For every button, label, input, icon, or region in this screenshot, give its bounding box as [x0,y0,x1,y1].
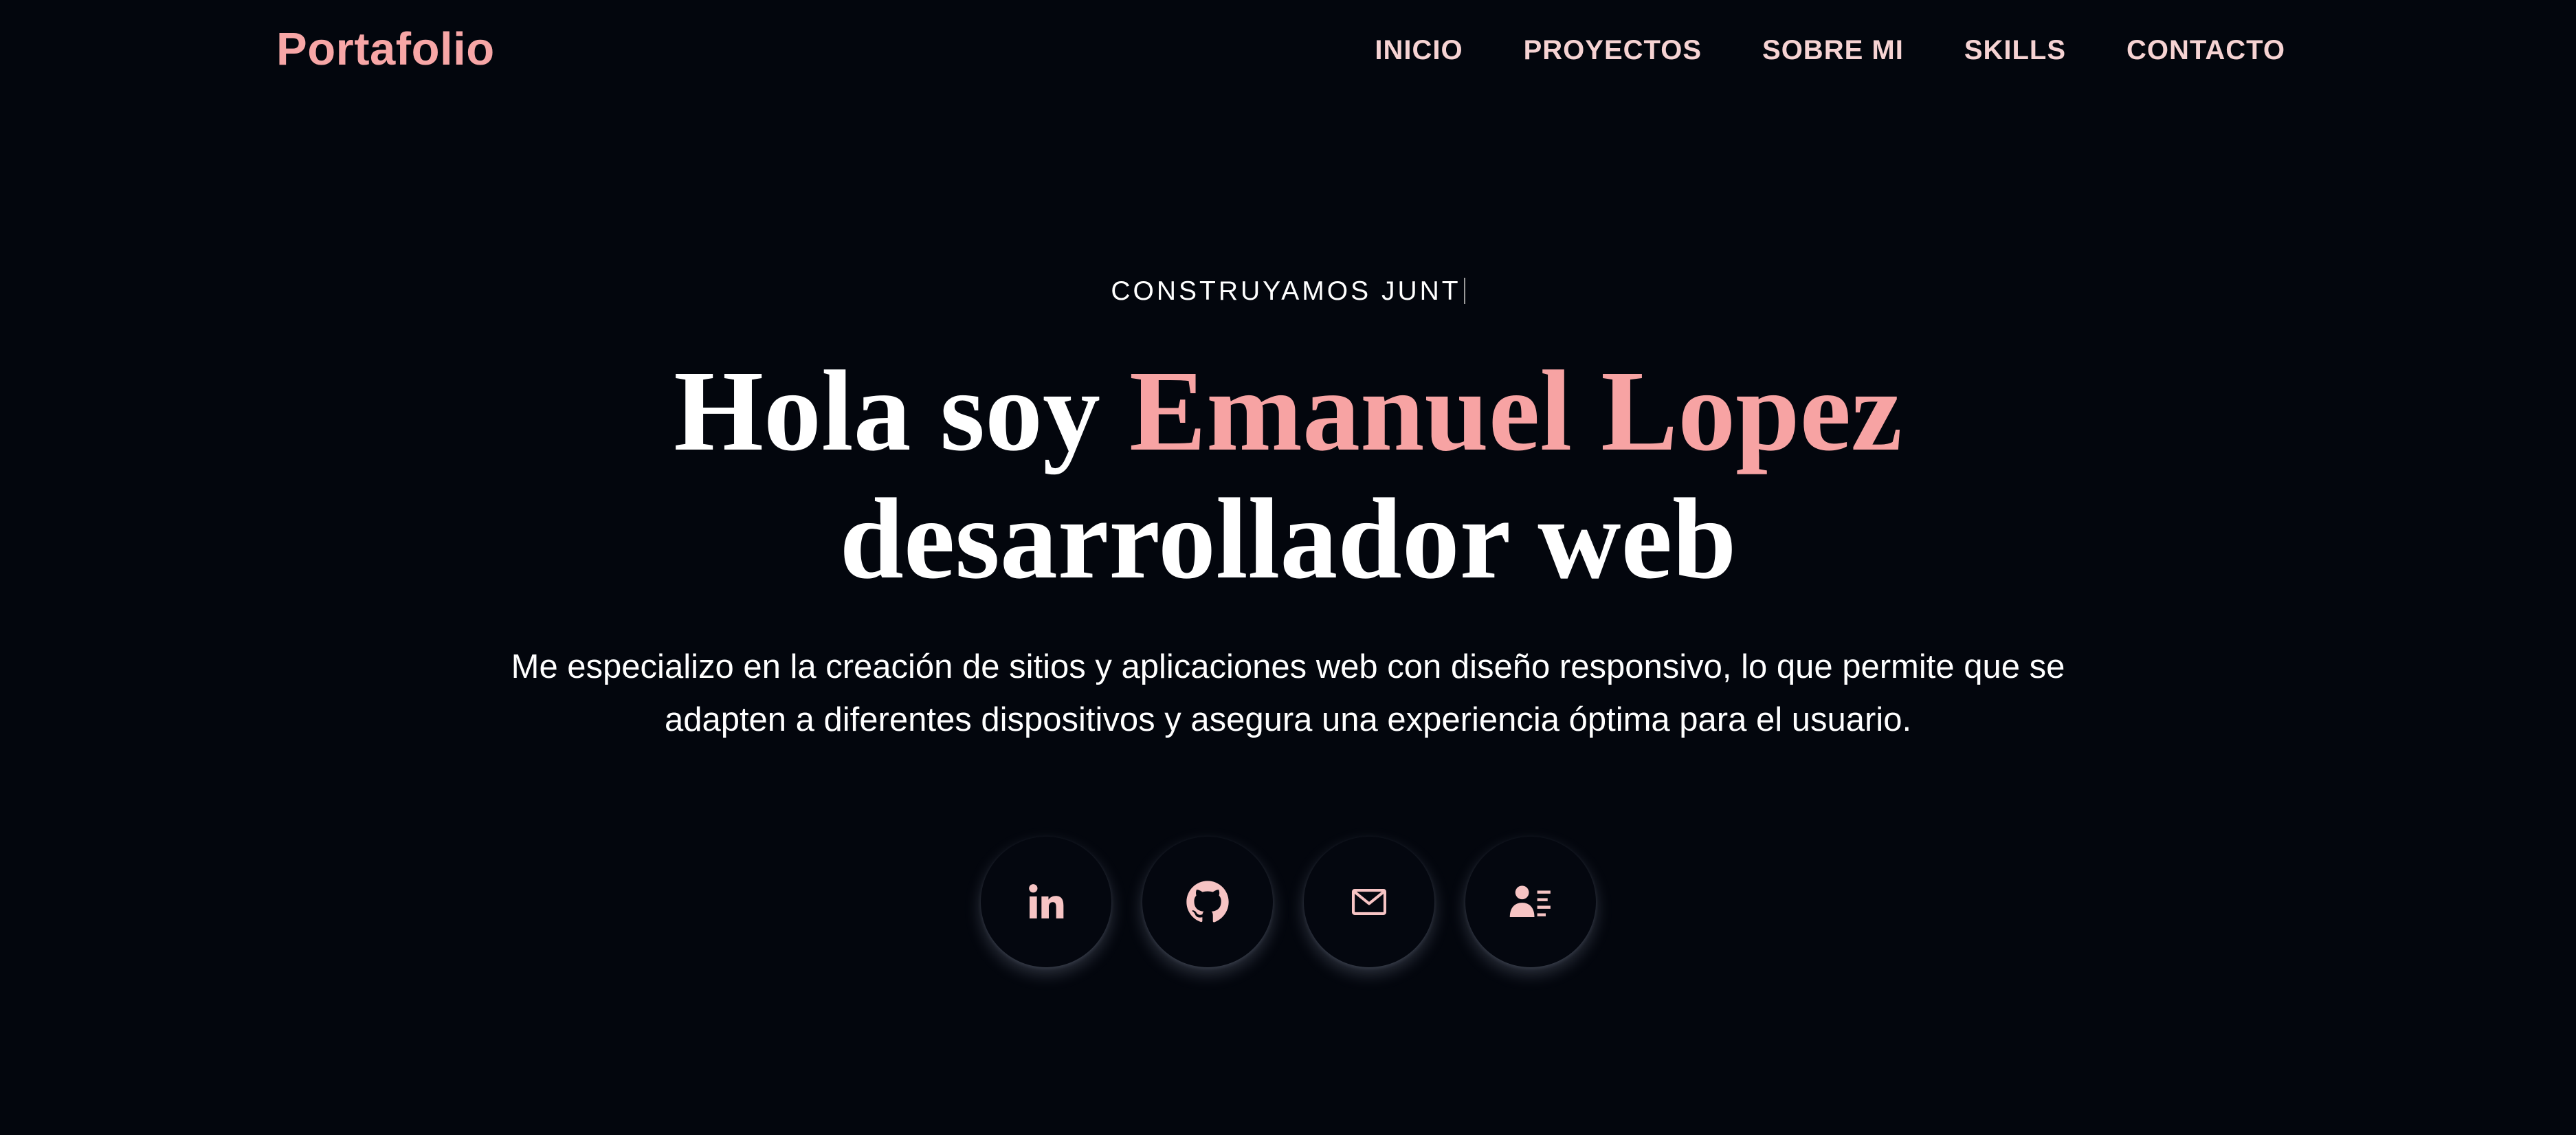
title-name: Emanuel Lopez [1129,347,1902,475]
main-nav: INICIO PROYECTOS SOBRE MI SKILLS CONTACT… [1375,33,2285,67]
social-links [0,837,2576,967]
nav-link-sobre-mi[interactable]: SOBRE MI [1762,33,1904,67]
mail-icon [1351,889,1386,915]
hero-description: Me especializo en la creación de sitios … [511,648,2065,738]
typing-cursor [1463,278,1465,304]
linkedin-icon [1028,884,1063,918]
typewriter-text: CONSTRUYAMOS JUNT [1111,276,1461,306]
hero-tagline: CONSTRUYAMOS JUNT [0,274,2576,309]
title-greeting: Hola soy [674,347,1129,475]
contact-card-icon [1509,885,1551,917]
title-role: desarrollador web [839,475,1737,603]
contact-card-button[interactable] [1465,837,1596,967]
nav-link-skills[interactable]: SKILLS [1964,33,2066,67]
hero-title: Hola soy Emanuel Lopez desarrollador web [0,347,2576,603]
email-button[interactable] [1303,837,1434,967]
nav-link-contacto[interactable]: CONTACTO [2127,33,2285,67]
site-header: Portafolio INICIO PROYECTOS SOBRE MI SKI… [0,0,2576,103]
nav-link-proyectos[interactable]: PROYECTOS [1524,33,1702,67]
github-icon [1186,881,1229,923]
github-button[interactable] [1142,837,1273,967]
nav-link-inicio[interactable]: INICIO [1375,33,1463,67]
linkedin-button[interactable] [980,837,1111,967]
logo[interactable]: Portafolio [276,22,495,77]
